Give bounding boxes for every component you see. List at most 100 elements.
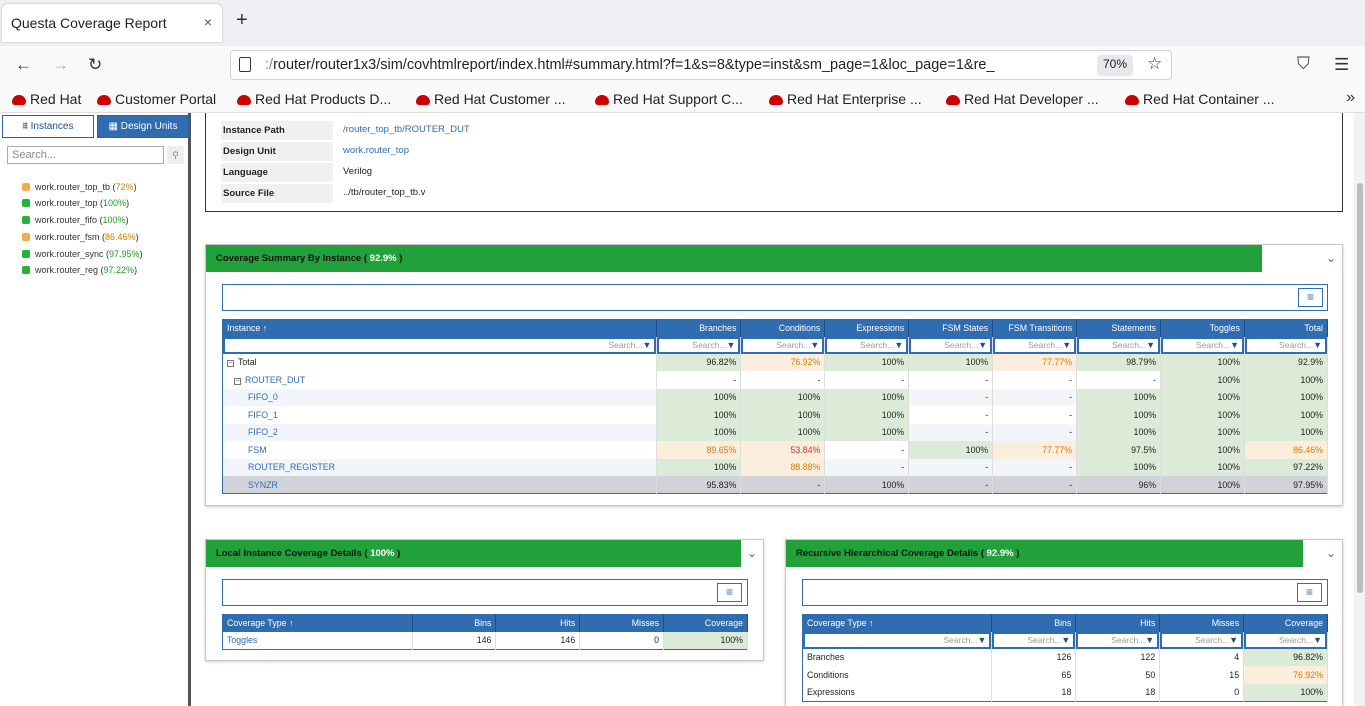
column-header-expressions[interactable]: Expressions <box>824 319 910 337</box>
bookmark-item[interactable]: Red Hat Enterprise ... <box>769 91 922 107</box>
pocket-icon[interactable]: ⛉ <box>1297 54 1310 74</box>
table-row[interactable]: FIFO_0 100% 100% 100% - - 100% 100% 100% <box>222 388 1329 406</box>
bookmark-star-icon[interactable]: ☆ <box>1147 54 1162 74</box>
instance-link[interactable]: SYNZR <box>248 480 278 490</box>
column-header-conditions[interactable]: Conditions <box>740 319 826 337</box>
bookmark-item[interactable]: Red Hat Developer ... <box>946 91 1099 107</box>
bookmark-item[interactable]: Red Hat <box>12 91 81 107</box>
filter-input[interactable]: Search... ▼ <box>995 338 1075 352</box>
filter-input[interactable]: Search... ▼ <box>1079 338 1159 352</box>
page-scrollbar[interactable] <box>1354 113 1365 706</box>
filter-input[interactable]: Search... ▼ <box>225 338 655 352</box>
table-row[interactable]: FIFO_2 100% 100% 100% - - 100% 100% 100% <box>222 423 1329 441</box>
column-menu-button[interactable]: ≡ <box>1298 288 1323 307</box>
filter-input[interactable]: Search... ▼ <box>805 633 990 647</box>
bookmark-item[interactable]: Red Hat Customer ... <box>416 91 566 107</box>
sidebar-item[interactable]: work.router_sync (97.95%) <box>22 249 143 259</box>
column-header-toggles[interactable]: Toggles <box>1160 319 1245 337</box>
column-header-misses[interactable]: Misses <box>1159 614 1245 632</box>
bookmark-item[interactable]: Red Hat Products D... <box>237 91 391 107</box>
close-tab-icon[interactable]: × <box>204 14 212 30</box>
panel-header[interactable]: Local Instance Coverage Details ( 100% ) <box>206 540 741 567</box>
sidebar-item[interactable]: work.router_top (100%) <box>22 198 129 208</box>
address-bar[interactable]: :/router/router1x3/sim/covhtmlreport/ind… <box>230 50 1172 80</box>
table-row[interactable]: FIFO_1 100% 100% 100% - - 100% 100% 100% <box>222 406 1329 424</box>
filter-icon[interactable]: ▼ <box>978 635 987 645</box>
panel-header[interactable]: Coverage Summary By Instance ( 92.9% ) <box>206 245 1262 272</box>
column-header-coverage-type[interactable]: Coverage Type ↑ <box>802 614 993 632</box>
column-header-coverage[interactable]: Coverage <box>663 614 748 632</box>
filter-icon[interactable]: ▼ <box>1146 340 1155 350</box>
filter-icon[interactable]: ▼ <box>1061 635 1070 645</box>
coverage-type-link[interactable]: Toggles <box>227 635 257 645</box>
table-row[interactable]: FSM 89.65% 53.84% - 100% 77.77% 97.5% 10… <box>222 441 1329 459</box>
instance-link[interactable]: ROUTER_REGISTER <box>248 462 335 472</box>
bookmark-item[interactable]: Customer Portal <box>97 91 216 107</box>
back-arrow-icon[interactable]: ← <box>15 55 32 75</box>
column-header-statements[interactable]: Statements <box>1076 319 1162 337</box>
filter-icon[interactable]: ▼ <box>810 340 819 350</box>
scrollbar-thumb[interactable] <box>1357 183 1363 593</box>
column-header-fsm-transitions[interactable]: FSM Transitions <box>992 319 1078 337</box>
table-row[interactable]: Branches 126 122 4 96.82% <box>802 648 1328 666</box>
filter-icon[interactable]: ▼ <box>1229 635 1238 645</box>
column-header-total[interactable]: Total <box>1244 319 1329 337</box>
filter-icon[interactable]: ▼ <box>643 340 652 350</box>
filter-input[interactable]: Search... ▼ <box>1163 338 1242 352</box>
column-header-misses[interactable]: Misses <box>579 614 665 632</box>
forward-arrow-icon[interactable]: → <box>52 55 69 75</box>
search-icon[interactable]: ⚲ <box>167 146 184 164</box>
bookmark-item[interactable]: Red Hat Support C... <box>595 91 743 107</box>
column-menu-button[interactable]: ≡ <box>717 583 742 602</box>
filter-input[interactable]: Search... ▼ <box>827 338 907 352</box>
column-header-coverage[interactable]: Coverage <box>1243 614 1328 632</box>
instance-link[interactable]: FIFO_0 <box>248 392 278 402</box>
filter-icon[interactable]: ▼ <box>1313 340 1322 350</box>
tab-instances[interactable]: ⩩ Instances <box>2 115 94 138</box>
sidebar-item[interactable]: work.router_fifo (100%) <box>22 215 129 225</box>
table-row[interactable]: − ROUTER_DUT - - - - - - 100% 100% <box>222 371 1329 389</box>
column-header-hits[interactable]: Hits <box>495 614 581 632</box>
panel-header[interactable]: Recursive Hierarchical Coverage Details … <box>786 540 1303 567</box>
table-row[interactable]: SYNZR 95.83% - 100% - - 96% 100% 97.95% <box>222 476 1329 494</box>
filter-icon[interactable]: ▼ <box>1145 635 1154 645</box>
instance-link[interactable]: FSM <box>248 445 267 455</box>
sidebar-item[interactable]: work.router_reg (97.22%) <box>22 265 137 275</box>
instance-path-link[interactable]: /router_top_tb/ROUTER_DUT <box>343 120 470 139</box>
tab-design-units[interactable]: ▦ Design Units <box>97 115 189 138</box>
chevron-down-icon[interactable]: ⌄ <box>747 546 757 560</box>
new-tab-icon[interactable]: + <box>236 10 248 30</box>
column-header-bins[interactable]: Bins <box>991 614 1077 632</box>
instance-link[interactable]: FIFO_2 <box>248 427 278 437</box>
chevron-down-icon[interactable]: ⌄ <box>1326 546 1336 560</box>
table-row[interactable]: Conditions 65 50 15 76.92% <box>802 666 1328 684</box>
column-header-fsm-states[interactable]: FSM States <box>908 319 994 337</box>
filter-input[interactable]: Search... ▼ <box>1246 338 1325 352</box>
filter-icon[interactable]: ▼ <box>978 340 987 350</box>
instance-link[interactable]: FIFO_1 <box>248 410 278 420</box>
collapse-icon[interactable]: − <box>234 377 241 385</box>
filter-input[interactable]: Search... ▼ <box>743 338 823 352</box>
browser-tab[interactable]: Questa Coverage Report × <box>2 4 222 42</box>
filter-icon[interactable]: ▼ <box>1313 635 1322 645</box>
reload-icon[interactable]: ↻ <box>88 55 102 75</box>
filter-input[interactable]: Search... ▼ <box>659 338 739 352</box>
menu-icon[interactable]: ☰ <box>1334 55 1349 75</box>
design-unit-link[interactable]: work.router_top <box>343 141 409 160</box>
filter-input[interactable]: Search... ▼ <box>1078 633 1158 647</box>
zoom-level[interactable]: 70% <box>1097 55 1134 76</box>
filter-input[interactable]: Search... ▼ <box>994 633 1074 647</box>
instance-link[interactable]: ROUTER_DUT <box>245 375 305 385</box>
column-header-instance[interactable]: Instance ↑ <box>222 319 658 337</box>
filter-icon[interactable]: ▼ <box>726 340 735 350</box>
collapse-icon[interactable]: − <box>227 360 234 368</box>
table-row[interactable]: Expressions 18 18 0 100% <box>802 683 1328 701</box>
filter-icon[interactable]: ▼ <box>894 340 903 350</box>
column-header-coverage-type[interactable]: Coverage Type ↑ <box>222 614 413 632</box>
column-menu-button[interactable]: ≡ <box>1297 583 1322 602</box>
column-header-branches[interactable]: Branches <box>656 319 742 337</box>
sidebar-item[interactable]: work.router_top_tb (72%) <box>22 182 137 192</box>
url-text[interactable]: :/router/router1x3/sim/covhtmlreport/ind… <box>265 57 1095 73</box>
filter-icon[interactable]: ▼ <box>1230 340 1239 350</box>
sidebar-item[interactable]: work.router_fsm (86.46%) <box>22 232 139 242</box>
